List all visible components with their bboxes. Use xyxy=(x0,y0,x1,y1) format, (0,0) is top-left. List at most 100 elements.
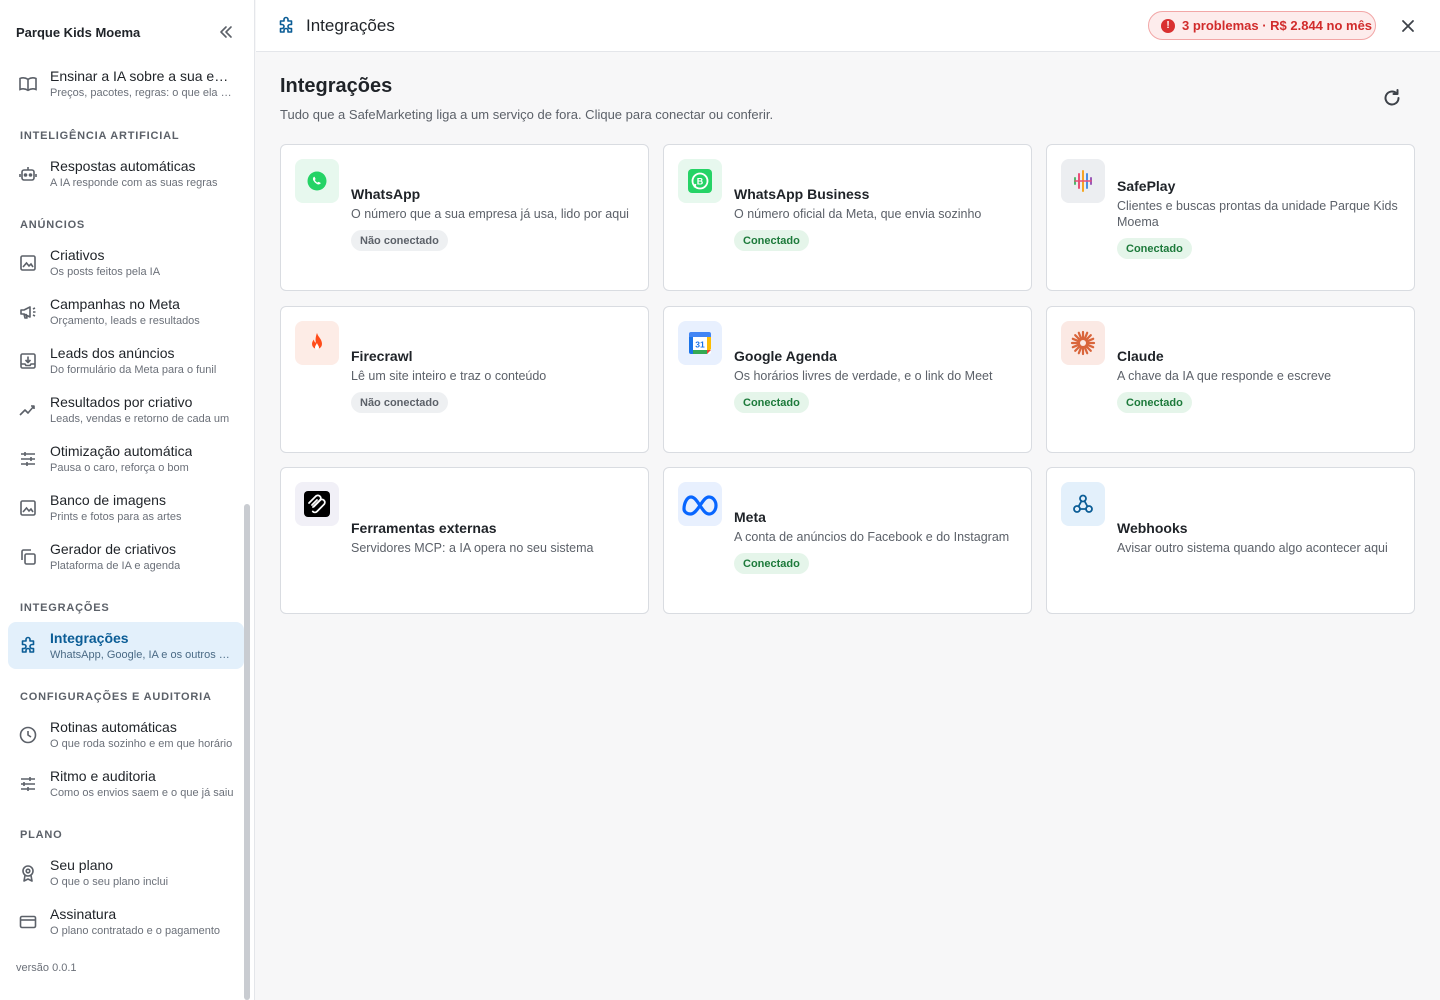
image-icon xyxy=(18,253,38,273)
sidebar-item-results-by-creative[interactable]: Resultados por criativo Leads, vendas e r… xyxy=(8,386,244,433)
sidebar-item-teach-ai[interactable]: Ensinar a IA sobre a sua empresa Preços, … xyxy=(8,60,244,107)
book-icon xyxy=(18,74,38,94)
sidebar-item-desc: O que roda sozinho e em que horário xyxy=(50,738,233,750)
sidebar-item-desc: Plataforma de IA e agenda xyxy=(50,560,181,572)
sidebar-item-creatives[interactable]: Criativos Os posts feitos pela IA xyxy=(8,239,244,286)
card-name: WhatsApp Business xyxy=(734,186,870,202)
card-desc: Lê um site inteiro e traz o conteúdo xyxy=(351,369,547,383)
card-desc: Os horários livres de verdade, e o link … xyxy=(734,369,993,383)
card-name: SafePlay xyxy=(1117,178,1176,194)
sidebar-item-label: Otimização automática xyxy=(50,443,193,459)
inbox-download-icon xyxy=(18,351,38,371)
sidebar-item-routines[interactable]: Rotinas automáticas O que roda sozinho e … xyxy=(8,711,244,758)
sidebar-item-label: Banco de imagens xyxy=(50,492,166,508)
sidebar-item-integrations[interactable]: Integrações WhatsApp, Google, IA e os out… xyxy=(8,622,244,669)
section-title-integrations: Integrações xyxy=(20,602,110,614)
status-badge: Conectado xyxy=(1117,392,1192,413)
main-content: Integrações Tudo que a SafeMarketing lig… xyxy=(256,52,1440,1000)
webhook-icon xyxy=(1061,482,1105,526)
card-name: Ferramentas externas xyxy=(351,520,497,536)
sidebar-item-ad-leads[interactable]: Leads dos anúncios Do formulário da Meta … xyxy=(8,337,244,384)
status-badge: Conectado xyxy=(734,392,809,413)
calendar-day: 31 xyxy=(695,340,705,350)
sidebar-item-desc: WhatsApp, Google, IA e os outros serviço… xyxy=(50,649,234,661)
sidebar: Parque Kids Moema Ensinar a IA sobre a s… xyxy=(0,0,255,1000)
sidebar-item-label: Ensinar a IA sobre a sua empresa xyxy=(50,68,234,84)
sidebar-item-label: Respostas automáticas xyxy=(50,158,196,174)
sidebar-scrollbar[interactable] xyxy=(244,504,250,1000)
status-badge: Não conectado xyxy=(351,230,448,251)
integration-card-google-calendar[interactable]: 31 Google Agenda Os horários livres de v… xyxy=(663,306,1032,453)
integration-card-webhooks[interactable]: Webhooks Avisar outro sistema quando alg… xyxy=(1046,467,1415,614)
section-title-settings: Configurações e auditoria xyxy=(20,691,212,703)
sidebar-item-desc: A IA responde com as suas regras xyxy=(50,177,218,189)
card-desc: A chave da IA que responde e escreve xyxy=(1117,369,1332,383)
section-title-ai: Inteligência artificial xyxy=(20,130,180,142)
sidebar-item-image-bank[interactable]: Banco de imagens Prints e fotos para as a… xyxy=(8,484,244,531)
tune-icon xyxy=(18,774,38,794)
section-title-ads: Anúncios xyxy=(20,219,86,231)
sidebar-item-desc: Do formulário da Meta para o funil xyxy=(50,364,217,376)
integration-card-claude[interactable]: Claude A chave da IA que responde e escr… xyxy=(1046,306,1415,453)
sidebar-item-your-plan[interactable]: Seu plano O que o seu plano inclui xyxy=(8,849,244,896)
sidebar-item-label: Rotinas automáticas xyxy=(50,719,177,735)
alert-icon: ! xyxy=(1161,18,1175,33)
integration-card-safeplay[interactable]: SafePlay Clientes e buscas prontas da un… xyxy=(1046,144,1415,291)
claude-icon xyxy=(1061,321,1105,365)
sidebar-item-desc: O que o seu plano inclui xyxy=(50,876,169,888)
problems-badge[interactable]: ! 3 problemas · R$ 2.844 no mês xyxy=(1148,11,1376,40)
photo-library-icon xyxy=(18,498,38,518)
card-desc: Servidores MCP: a IA opera no seu sistem… xyxy=(351,541,594,555)
integration-card-firecrawl[interactable]: Firecrawl Lê um site inteiro e traz o co… xyxy=(280,306,649,453)
sidebar-item-desc: Prints e fotos para as artes xyxy=(50,511,182,523)
sidebar-item-label: Assinatura xyxy=(50,906,117,922)
integration-card-whatsapp[interactable]: WhatsApp O número que a sua empresa já u… xyxy=(280,144,649,291)
org-name: Parque Kids Moema xyxy=(16,24,141,40)
sidebar-item-creative-generator[interactable]: Gerador de criativos Plataforma de IA e a… xyxy=(8,533,244,580)
status-badge: Conectado xyxy=(734,553,809,574)
page-subtitle: Tudo que a SafeMarketing liga a um servi… xyxy=(280,107,774,122)
section-title-plan: Plano xyxy=(20,829,63,841)
sidebar-item-desc: Pausa o caro, reforça o bom xyxy=(50,462,189,474)
sidebar-item-subscription[interactable]: Assinatura O plano contratado e o pagamen… xyxy=(8,898,244,945)
sidebar-item-desc: Como os envios saem e o que já saiu xyxy=(50,787,234,799)
status-badge: Conectado xyxy=(734,230,809,251)
puzzle-icon xyxy=(276,16,296,36)
google-calendar-icon: 31 xyxy=(678,321,722,365)
top-bar: Integrações ! 3 problemas · R$ 2.844 no … xyxy=(256,0,1440,52)
refresh-icon[interactable] xyxy=(1381,87,1403,109)
safeplay-icon xyxy=(1061,159,1105,203)
card-desc: Avisar outro sistema quando algo acontec… xyxy=(1117,541,1388,555)
copy-icon xyxy=(18,547,38,567)
status-badge: Conectado xyxy=(1117,238,1192,259)
sidebar-item-label: Campanhas no Meta xyxy=(50,296,180,312)
integration-card-meta[interactable]: Meta A conta de anúncios do Facebook e d… xyxy=(663,467,1032,614)
card-name: Meta xyxy=(734,509,766,525)
sidebar-item-desc: Preços, pacotes, regras: o que ela preci… xyxy=(50,87,234,99)
sidebar-item-desc: Leads, vendas e retorno de cada um xyxy=(50,413,230,425)
sidebar-item-label: Gerador de criativos xyxy=(50,541,177,557)
integration-card-external-tools[interactable]: Ferramentas externas Servidores MCP: a I… xyxy=(280,467,649,614)
sidebar-item-auto-optimization[interactable]: Otimização automática Pausa o caro, refor… xyxy=(8,435,244,482)
status-badge: Não conectado xyxy=(351,392,448,413)
card-name: WhatsApp xyxy=(351,186,421,202)
robot-icon xyxy=(18,164,38,184)
puzzle-icon xyxy=(18,636,38,656)
app-version: versão 0.0.1 xyxy=(16,962,77,974)
whatsapp-icon xyxy=(295,159,339,203)
clock-icon xyxy=(18,725,38,745)
collapse-sidebar-icon[interactable] xyxy=(216,22,236,42)
fire-icon xyxy=(295,321,339,365)
top-bar-title: Integrações xyxy=(306,16,395,35)
megaphone-icon xyxy=(18,302,38,322)
close-icon[interactable] xyxy=(1398,16,1418,36)
sidebar-item-meta-campaigns[interactable]: Campanhas no Meta Orçamento, leads e resu… xyxy=(8,288,244,335)
trending-icon xyxy=(18,400,38,420)
page-title: Integrações xyxy=(280,75,393,97)
whatsapp-business-icon: B xyxy=(678,159,722,203)
card-name: Webhooks xyxy=(1117,520,1188,536)
sidebar-item-pace-audit[interactable]: Ritmo e auditoria Como os envios saem e o… xyxy=(8,760,244,807)
sidebar-item-auto-replies[interactable]: Respostas automáticas A IA responde com a… xyxy=(8,150,244,197)
integration-card-whatsapp-business[interactable]: B WhatsApp Business O número oficial da … xyxy=(663,144,1032,291)
sidebar-item-desc: Orçamento, leads e resultados xyxy=(50,315,200,327)
